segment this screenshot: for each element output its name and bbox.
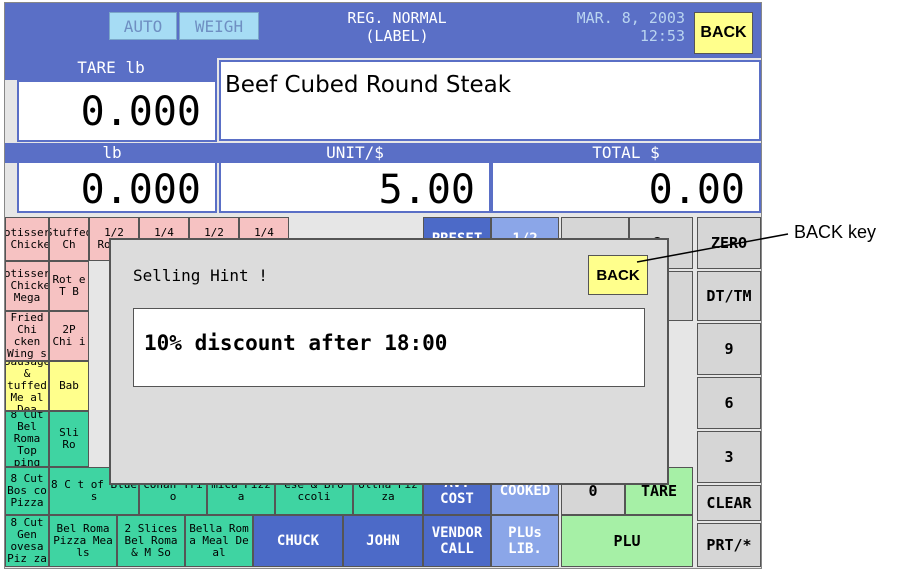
- annotation-arrow: [636, 233, 789, 263]
- annotation-label: BACK key: [794, 222, 877, 242]
- annotation-line: [636, 233, 789, 263]
